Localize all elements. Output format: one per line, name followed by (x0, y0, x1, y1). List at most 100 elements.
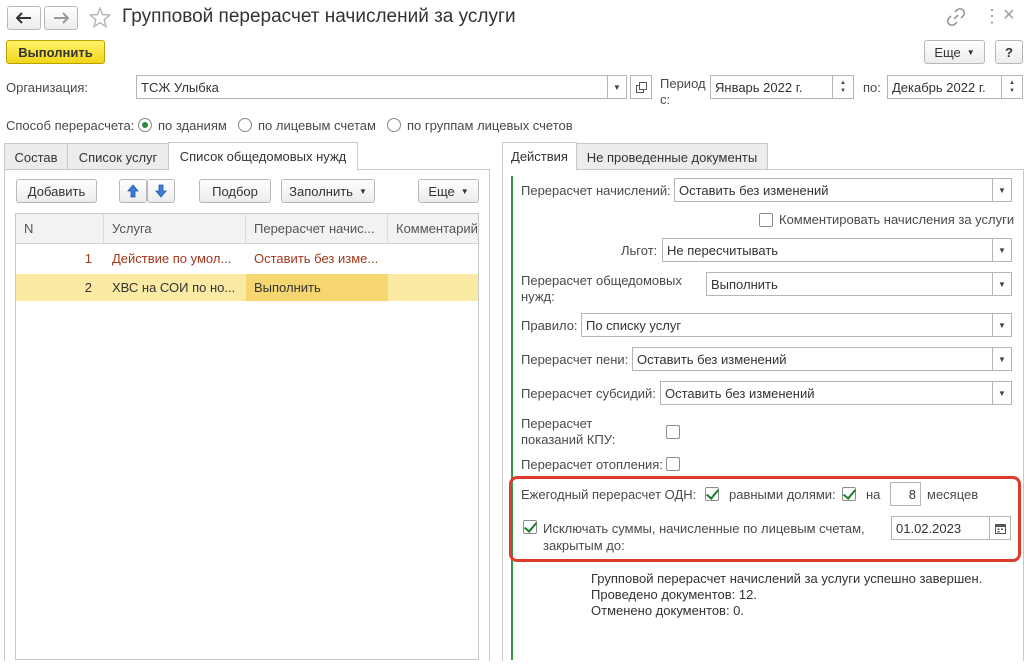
heating-label: Перерасчет отопления: (521, 457, 663, 472)
benefits-dropdown[interactable]: ▼ (992, 238, 1012, 262)
calendar-button[interactable] (989, 516, 1011, 540)
equal-parts-checkbox[interactable] (842, 487, 856, 501)
recalc-charges-dropdown[interactable]: ▼ (992, 178, 1012, 202)
subsidy-dropdown[interactable]: ▼ (992, 381, 1012, 405)
recalc-charges-field[interactable]: Оставить без изменений (674, 178, 994, 202)
subsidy-field[interactable]: Оставить без изменений (660, 381, 994, 405)
comment-charges-checkbox[interactable] (759, 213, 773, 227)
common-needs-label: Перерасчет общедомовых (521, 273, 682, 288)
link-icon[interactable] (947, 8, 965, 26)
kpu-checkbox[interactable] (666, 425, 680, 439)
tab-unposted-documents[interactable]: Не проведенные документы (576, 143, 768, 170)
benefits-field[interactable]: Не пересчитывать (662, 238, 994, 262)
chevron-down-icon: ▼ (998, 185, 1006, 195)
kpu-label-2: показаний КПУ: (521, 432, 616, 447)
chevron-down-icon: ▼ (998, 354, 1006, 364)
organization-dropdown-button[interactable]: ▼ (607, 75, 627, 99)
more-label: Еще (934, 44, 961, 60)
common-needs-table[interactable]: N Услуга Перерасчет начис... Комментарий… (15, 213, 479, 660)
fill-label: Заполнить (289, 183, 353, 199)
execute-button[interactable]: Выполнить (6, 40, 105, 64)
period-from-field[interactable]: Январь 2022 г. (710, 75, 834, 99)
chevron-down-icon: ▼ (998, 388, 1006, 398)
radio-by-account-groups-label[interactable]: по группам лицевых счетов (407, 118, 573, 133)
chevron-down-icon: ▼ (998, 279, 1006, 289)
radio-by-account-groups[interactable] (387, 118, 401, 132)
tab-services-list[interactable]: Список услуг (67, 143, 169, 170)
more-button[interactable]: Еще ▼ (924, 40, 985, 64)
col-header-service[interactable]: Услуга (104, 214, 246, 243)
radio-by-accounts-label[interactable]: по лицевым счетам (258, 118, 376, 133)
rule-field[interactable]: По списку услуг (581, 313, 994, 337)
menu-dots-icon[interactable]: ⋮ (983, 6, 1001, 26)
forward-button[interactable] (44, 6, 78, 30)
comment-charges-label[interactable]: Комментировать начисления за услуги (779, 212, 1014, 227)
stepper-down-icon[interactable]: ▼ (1009, 87, 1015, 95)
result-message-line2: Проведено документов: 12. (591, 587, 757, 602)
common-needs-dropdown[interactable]: ▼ (992, 272, 1012, 296)
back-button[interactable] (7, 6, 41, 30)
radio-by-buildings-label[interactable]: по зданиям (158, 118, 227, 133)
star-icon[interactable] (89, 7, 111, 28)
heating-checkbox[interactable] (666, 457, 680, 471)
organization-field[interactable]: ТСЖ Улыбка (136, 75, 610, 99)
exclude-sums-checkbox[interactable] (523, 520, 537, 534)
move-down-button[interactable] (147, 179, 175, 203)
period-from-stepper[interactable]: ▲ ▼ (832, 75, 854, 99)
col-header-n[interactable]: N (16, 214, 104, 243)
subsidy-label: Перерасчет субсидий: (521, 386, 656, 401)
col-header-recalc[interactable]: Перерасчет начис... (246, 214, 388, 243)
common-needs-field[interactable]: Выполнить (706, 272, 994, 296)
organization-label: Организация: (6, 80, 89, 95)
method-label: Способ перерасчета: (6, 118, 135, 133)
help-button[interactable]: ? (995, 40, 1023, 64)
tab-composition[interactable]: Состав (4, 143, 68, 170)
chevron-down-icon: ▼ (998, 320, 1006, 330)
result-message-line3: Отменено документов: 0. (591, 603, 745, 618)
row-recalc: Выполнить (246, 274, 388, 301)
exclude-sums-label: Исключать суммы, начисленные по лицевым … (543, 521, 865, 536)
open-form-icon (635, 81, 647, 93)
penalty-label: Перерасчет пени: (521, 352, 629, 367)
fill-button[interactable]: Заполнить ▼ (281, 179, 375, 203)
table-row[interactable]: 1 Действие по умол... Оставить без изме.… (16, 245, 478, 272)
months-label: месяцев (927, 487, 979, 502)
move-up-button[interactable] (119, 179, 147, 203)
table-row[interactable]: 2 ХВС на СОИ по но... Выполнить (16, 274, 478, 301)
radio-by-accounts[interactable] (238, 118, 252, 132)
exclude-date-field[interactable]: 01.02.2023 (891, 516, 991, 540)
common-needs-label-2: нужд: (521, 289, 555, 304)
row-comment (388, 274, 478, 301)
rule-dropdown[interactable]: ▼ (992, 313, 1012, 337)
tab-actions[interactable]: Действия (502, 142, 577, 170)
on-label: на (866, 487, 881, 502)
months-field[interactable]: 8 (890, 482, 921, 506)
exclude-sums-label-2: закрытым до: (543, 538, 625, 553)
left-more-button[interactable]: Еще ▼ (418, 179, 479, 203)
col-header-comment[interactable]: Комментарий (388, 214, 478, 243)
row-comment (388, 245, 478, 272)
select-button[interactable]: Подбор (199, 179, 271, 203)
green-indicator-bar (511, 176, 513, 660)
penalty-dropdown[interactable]: ▼ (992, 347, 1012, 371)
radio-by-buildings[interactable] (138, 118, 152, 132)
add-button[interactable]: Добавить (16, 179, 97, 203)
stepper-down-icon[interactable]: ▼ (840, 87, 846, 95)
row-n: 1 (84, 251, 92, 266)
organization-open-button[interactable] (630, 75, 652, 99)
stepper-up-icon[interactable]: ▲ (840, 79, 846, 87)
arrow-down-icon (155, 184, 167, 198)
annual-odn-checkbox[interactable] (705, 487, 719, 501)
window-title: Групповой перерасчет начислений за услуг… (122, 6, 516, 27)
penalty-field[interactable]: Оставить без изменений (632, 347, 994, 371)
period-to-stepper[interactable]: ▲ ▼ (1001, 75, 1023, 99)
tab-common-needs-list[interactable]: Список общедомовых нужд (168, 142, 358, 170)
chevron-down-icon: ▼ (966, 47, 975, 57)
stepper-up-icon[interactable]: ▲ (1009, 79, 1015, 87)
arrow-left-icon (16, 12, 31, 24)
arrow-up-icon (127, 184, 139, 198)
chevron-down-icon: ▼ (998, 245, 1006, 255)
period-to-field[interactable]: Декабрь 2022 г. (887, 75, 1003, 99)
close-icon[interactable]: × (1003, 4, 1015, 26)
row-service: Действие по умол... (112, 251, 232, 266)
